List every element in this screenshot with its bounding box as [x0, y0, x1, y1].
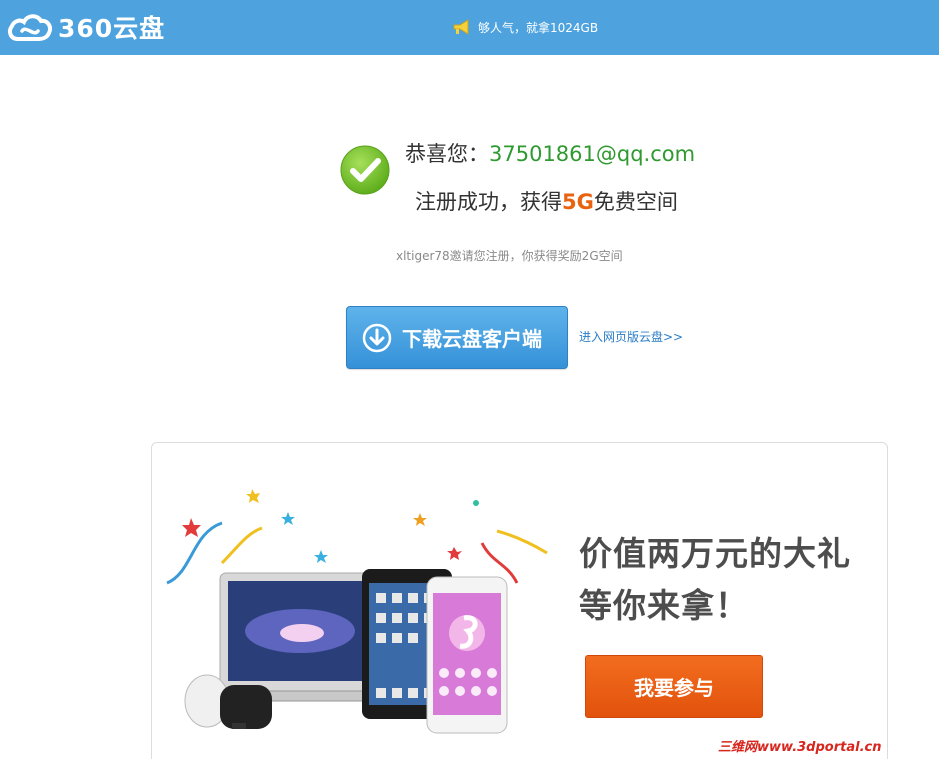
banner-slogan-line2: 等你来拿！ [579, 586, 749, 625]
promo-banner-link[interactable]: 够人气，就拿1024GB [452, 17, 598, 37]
logo-text: 360云盘 [58, 14, 166, 43]
reg-gb-amount: 5G [562, 190, 594, 214]
invite-text: xltiger78邀请您注册，你获得奖励2G空间 [396, 249, 623, 263]
cloud-logo-icon [8, 14, 52, 41]
devices-illustration [166, 489, 548, 734]
congrats-line: 恭喜您：37501861@qq.com [405, 138, 695, 168]
logo[interactable]: 360云盘 [6, 8, 165, 46]
join-button[interactable]: 我要参与 [585, 655, 763, 718]
reg-suffix: 免费空间 [593, 190, 678, 214]
promo-banner: 价值两万元的大礼 等你来拿！ 我要参与 [151, 442, 888, 759]
banner-slogan-line1: 价值两万元的大礼 [579, 534, 851, 573]
download-client-button[interactable]: 下载云盘客户端 [346, 306, 568, 369]
web-version-link[interactable]: 进入网页版云盘>> [579, 328, 683, 345]
promo-text: 够人气，就拿1024GB [478, 20, 599, 35]
megaphone-icon [453, 19, 469, 35]
success-check-icon [340, 145, 390, 195]
download-arrow-icon [362, 323, 392, 352]
congrats-prefix: 恭喜您： [405, 142, 489, 166]
registration-success-line: 注册成功，获得5G免费空间 [415, 186, 678, 216]
registered-email: 37501861@qq.com [489, 142, 696, 166]
top-bar: 360云盘 够人气，就拿1024GB [0, 0, 939, 55]
download-button-label: 下载云盘客户端 [402, 327, 542, 351]
watermark-text: 三维网www.3dportal.cn [718, 740, 882, 755]
reg-prefix: 注册成功，获得 [415, 190, 562, 214]
